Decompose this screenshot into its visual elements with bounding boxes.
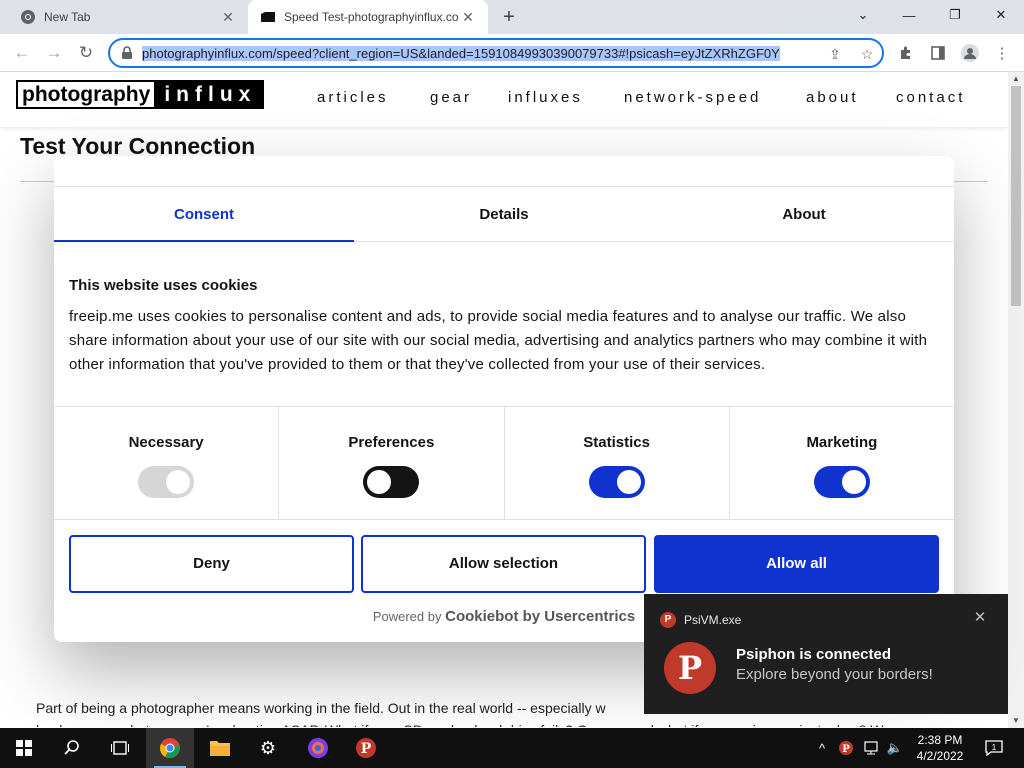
task-view-icon[interactable] xyxy=(96,728,144,768)
article-paragraph-line2: landscape or whatever, you're shooting A… xyxy=(36,721,996,727)
toast-title: Psiphon is connected xyxy=(736,646,892,663)
side-panel-icon[interactable] xyxy=(928,43,948,63)
file-explorer-icon[interactable] xyxy=(196,728,244,768)
share-icon[interactable]: ⇪ xyxy=(826,45,844,63)
svg-text:P: P xyxy=(361,741,372,757)
profile-avatar-icon[interactable] xyxy=(960,43,980,63)
pref-statistics: Statistics xyxy=(505,407,730,519)
consent-preferences: Necessary Preferences Statistics Marketi… xyxy=(54,406,954,520)
powered-by-brand[interactable]: Cookiebot by Usercentrics xyxy=(445,608,635,625)
marketing-toggle[interactable] xyxy=(813,466,870,498)
nav-contact[interactable]: contact xyxy=(896,89,965,106)
svg-text:P: P xyxy=(842,744,850,755)
menu-kebab-icon[interactable]: ⋮ xyxy=(992,43,1012,63)
consent-body-text: freeip.me uses cookies to personalise co… xyxy=(69,308,928,373)
clock-date: 4/2/2022 xyxy=(916,749,964,763)
new-tab-plus-icon[interactable]: + xyxy=(498,6,520,28)
tab-speed-test[interactable]: Speed Test-photographyinflux.co ✕ xyxy=(248,0,488,34)
toast-message: Explore beyond your borders! xyxy=(736,666,933,683)
pref-label: Necessary xyxy=(128,434,204,451)
chrome-icon xyxy=(20,9,36,25)
consent-tabs: Consent Details About xyxy=(54,186,954,242)
browser-toolbar: ← → ↻ photographyinflux.com/speed?client… xyxy=(0,34,1024,72)
notification-center-icon[interactable]: 1 xyxy=(980,728,1008,768)
url-text[interactable]: photographyinflux.com/speed?client_regio… xyxy=(142,45,818,63)
taskbar-clock[interactable]: 2:38 PM 4/2/2022 xyxy=(912,732,968,764)
windows-start-icon[interactable] xyxy=(0,728,48,768)
address-bar[interactable]: photographyinflux.com/speed?client_regio… xyxy=(108,38,884,68)
browser-app-icon[interactable] xyxy=(294,728,342,768)
tab-new-tab[interactable]: New Tab ✕ xyxy=(8,0,248,34)
close-window-icon[interactable]: ✕ xyxy=(978,0,1024,30)
toast-close-icon[interactable]: ✕ xyxy=(972,610,988,626)
page-scrollbar[interactable]: ▲ ▼ xyxy=(1008,72,1024,728)
nav-influxes[interactable]: influxes xyxy=(508,89,583,106)
psiphon-app-icon: P xyxy=(660,612,676,628)
search-icon[interactable] xyxy=(48,728,96,768)
nav-network-speed[interactable]: network-speed xyxy=(624,89,761,106)
tab-title: Speed Test-photographyinflux.co xyxy=(284,10,459,24)
scroll-up-arrow-icon[interactable]: ▲ xyxy=(1008,72,1024,86)
site-header: photography influx articles gear influxe… xyxy=(0,72,1008,127)
logo-text-right: influx xyxy=(156,80,265,109)
pref-necessary: Necessary xyxy=(54,407,280,519)
cookie-consent-dialog: Consent Details About This website uses … xyxy=(54,156,954,642)
psiphon-notification-toast[interactable]: P PsiVM.exe ✕ P Psiphon is connected Exp… xyxy=(644,594,1008,714)
chrome-taskbar-icon[interactable] xyxy=(146,728,194,768)
volume-icon[interactable]: 🔈 xyxy=(884,728,906,768)
notification-count: 1 xyxy=(992,743,997,752)
scroll-down-arrow-icon[interactable]: ▼ xyxy=(1008,714,1024,728)
restore-icon[interactable]: ❐ xyxy=(932,0,978,30)
pref-label: Marketing xyxy=(806,434,878,451)
tab-close-icon[interactable]: ✕ xyxy=(220,9,236,25)
logo-text-left: photography xyxy=(16,80,157,109)
nav-about[interactable]: about xyxy=(806,89,859,106)
nav-articles[interactable]: articles xyxy=(317,89,389,106)
pref-label: Preferences xyxy=(348,434,435,451)
scroll-thumb[interactable] xyxy=(1011,86,1021,306)
pref-marketing: Marketing xyxy=(730,407,954,519)
deny-button[interactable]: Deny xyxy=(69,535,354,593)
preferences-toggle[interactable] xyxy=(363,466,420,498)
tab-about[interactable]: About xyxy=(654,187,954,242)
reload-icon[interactable]: ↻ xyxy=(74,41,98,65)
settings-gear-icon[interactable]: ⚙ xyxy=(244,728,292,768)
minimize-icon[interactable]: — xyxy=(886,0,932,30)
nav-gear[interactable]: gear xyxy=(430,89,472,106)
extensions-puzzle-icon[interactable] xyxy=(896,43,916,63)
necessary-toggle xyxy=(138,466,195,498)
psiphon-logo-icon: P xyxy=(664,642,716,694)
tab-details[interactable]: Details xyxy=(354,187,654,242)
tab-title: New Tab xyxy=(44,10,91,24)
show-hidden-icons-chevron-icon[interactable]: ^ xyxy=(812,728,832,768)
psiphon-tray-icon[interactable]: P xyxy=(836,728,856,768)
allow-all-button[interactable]: Allow all xyxy=(654,535,939,593)
tab-close-icon[interactable]: ✕ xyxy=(460,9,476,25)
consent-heading: This website uses cookies xyxy=(69,277,258,294)
article-paragraph: Part of being a photographer means worki… xyxy=(36,700,606,716)
site-logo[interactable]: photography influx xyxy=(16,80,265,109)
psiphon-taskbar-icon[interactable]: P xyxy=(342,728,390,768)
windows-taskbar: ⚙ P ^ P 🔈 2:38 PM 4/2/2022 1 xyxy=(0,728,1024,768)
tab-search-chevron-icon[interactable]: ⌄ xyxy=(840,0,886,30)
clock-time: 2:38 PM xyxy=(917,733,963,747)
allow-selection-button[interactable]: Allow selection xyxy=(361,535,646,593)
toast-app-name: PsiVM.exe xyxy=(684,613,742,627)
lock-icon[interactable] xyxy=(120,46,134,60)
network-icon[interactable] xyxy=(860,728,882,768)
statistics-toggle[interactable] xyxy=(588,466,645,498)
back-arrow-icon[interactable]: ← xyxy=(10,41,34,65)
site-favicon-icon xyxy=(260,9,276,25)
tab-consent[interactable]: Consent xyxy=(54,187,354,242)
forward-arrow-icon[interactable]: → xyxy=(42,41,66,65)
pref-preferences: Preferences xyxy=(279,407,505,519)
browser-tabstrip: New Tab ✕ Speed Test-photographyinflux.c… xyxy=(0,0,1024,34)
powered-by-label: Powered by xyxy=(372,609,442,624)
bookmark-star-icon[interactable]: ☆ xyxy=(858,45,876,63)
pref-label: Statistics xyxy=(583,434,650,451)
